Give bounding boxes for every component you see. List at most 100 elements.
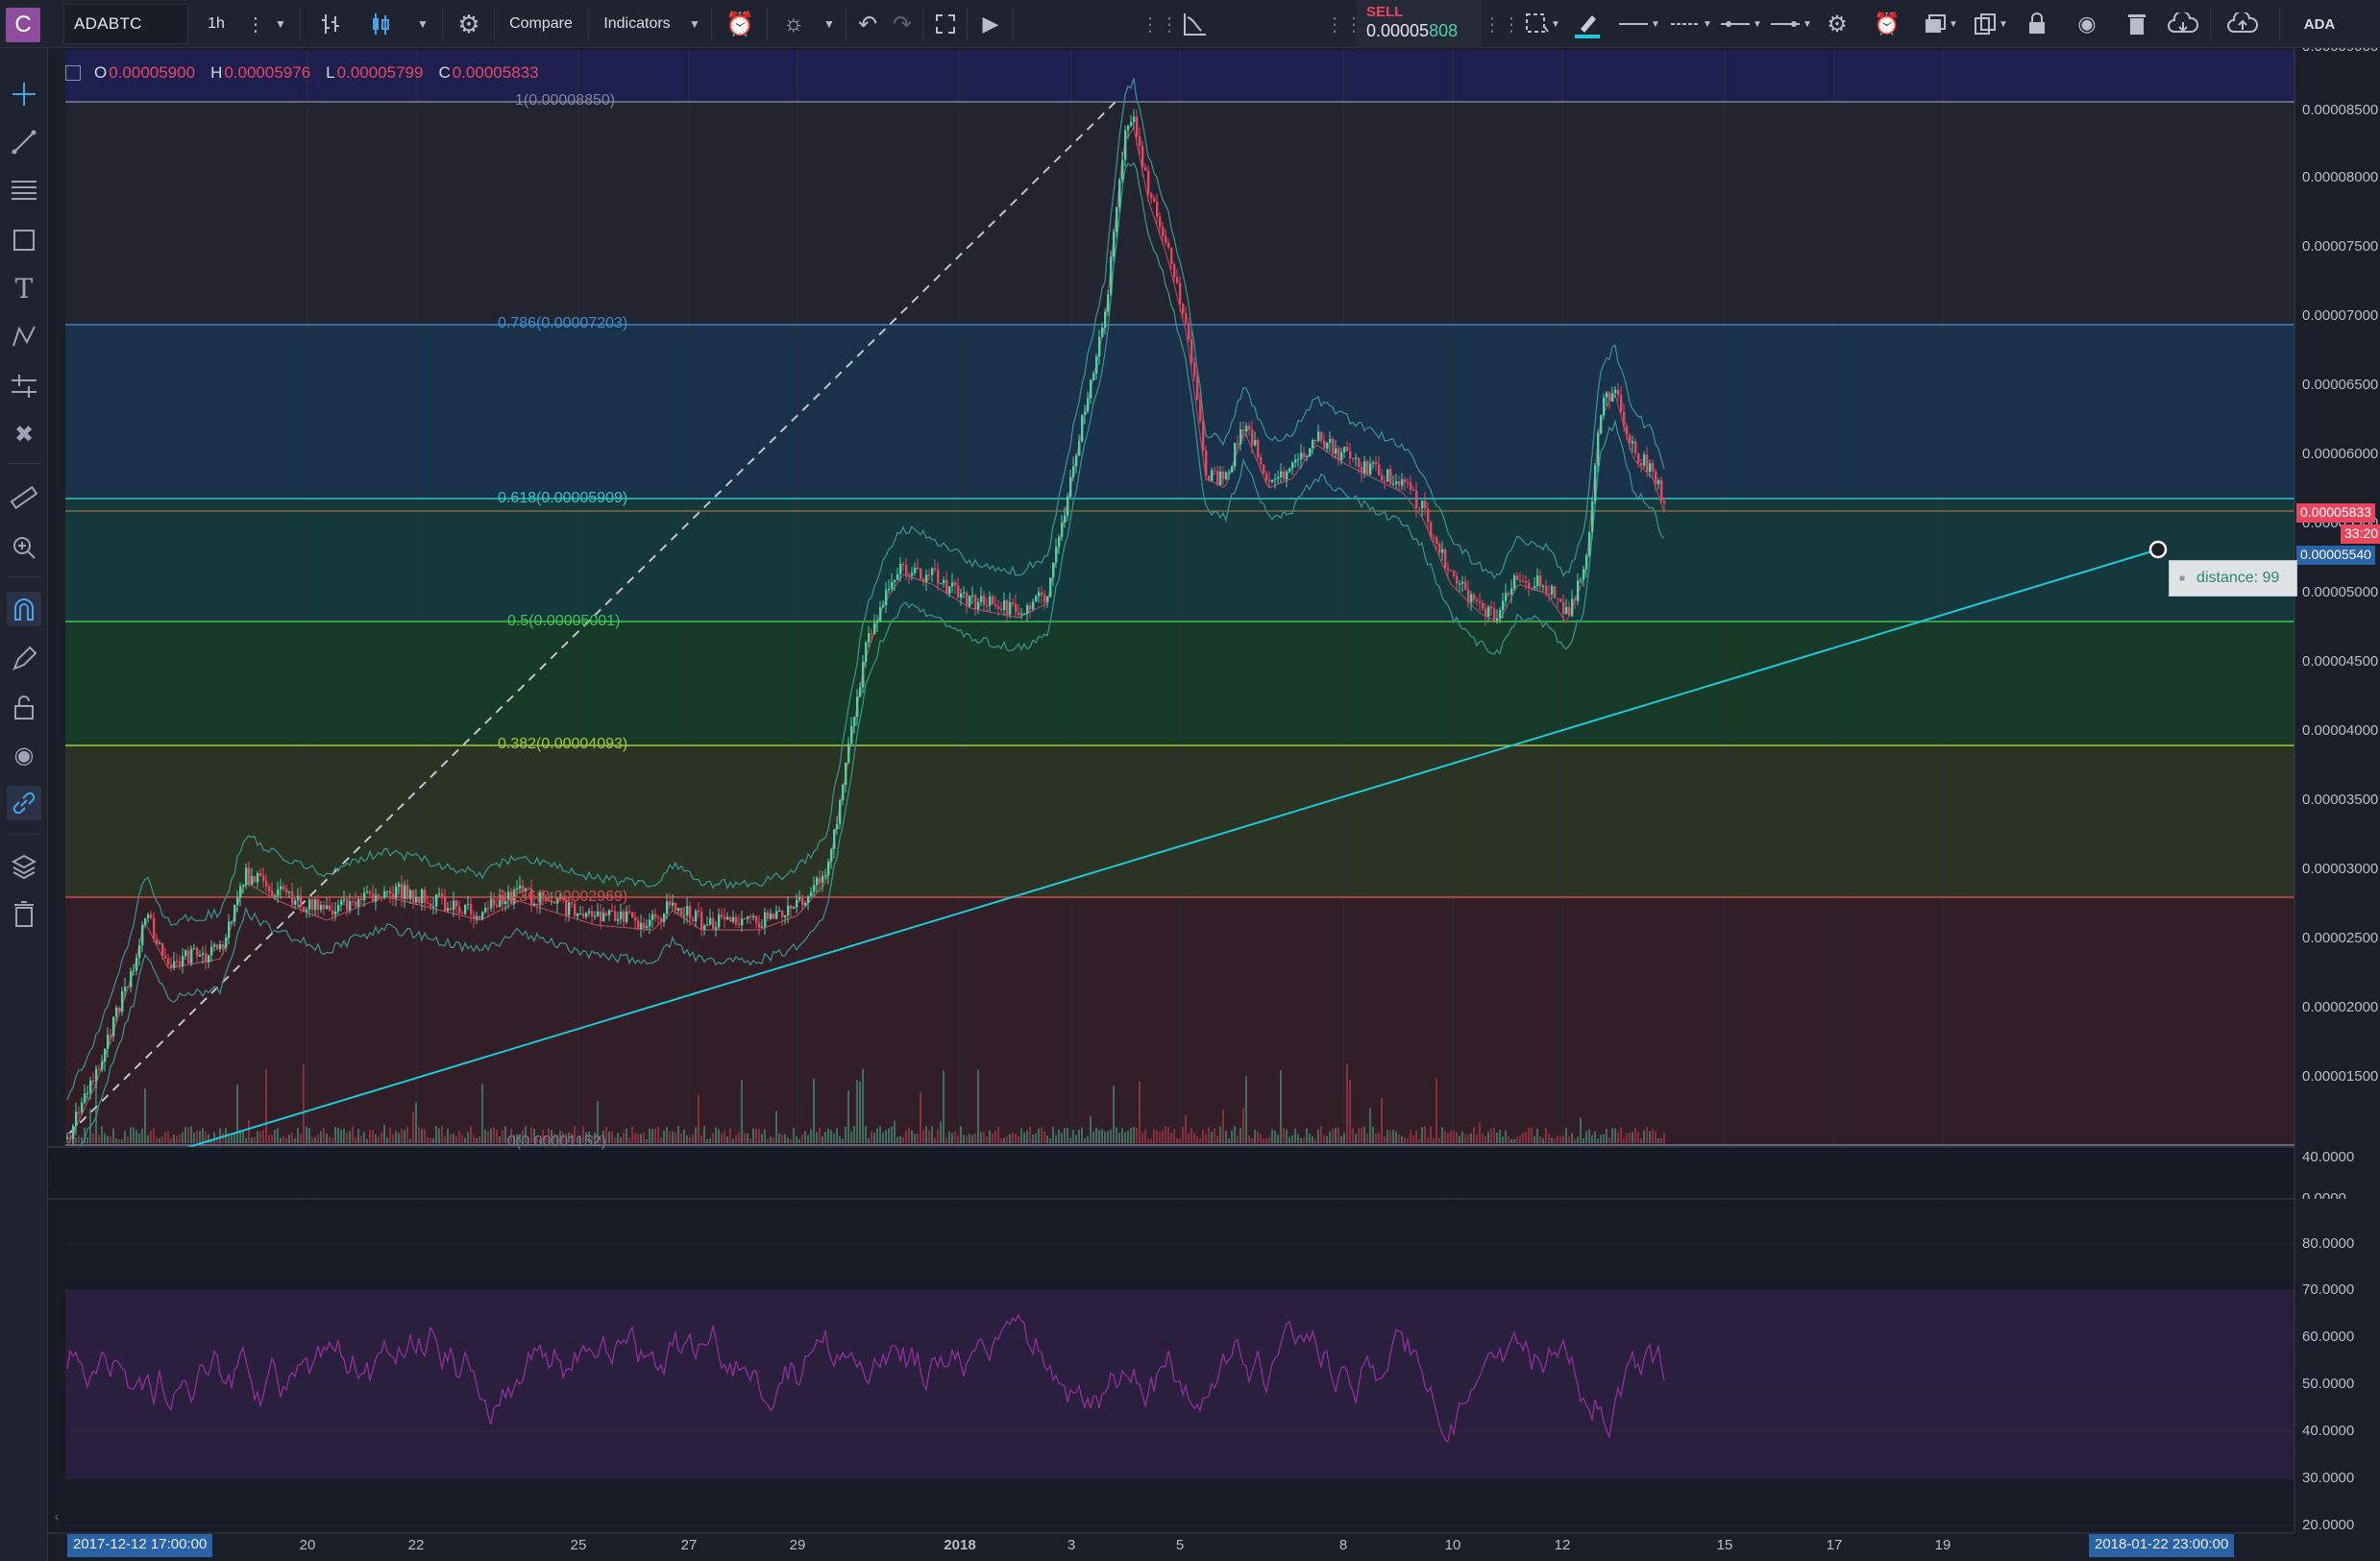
volume-bar <box>951 1133 953 1143</box>
ideas-dropdown-icon[interactable]: ▼ <box>819 0 840 48</box>
line-style-icon[interactable] <box>1666 0 1705 48</box>
sync-link-icon[interactable] <box>7 786 41 820</box>
interval-button[interactable]: 1h <box>192 0 240 48</box>
line-style-dropdown-icon[interactable]: ▼ <box>1701 0 1714 48</box>
drawing-drag-handle-icon[interactable]: ⋮⋮ <box>1483 0 1521 48</box>
trendline-handle[interactable] <box>2148 540 2168 559</box>
volume-bar <box>836 1128 838 1143</box>
volume-bar <box>1470 1133 1472 1143</box>
candle-body <box>467 904 470 906</box>
indicators-button[interactable]: Indicators <box>594 0 680 48</box>
volume-bar <box>1052 1126 1054 1143</box>
candle-body <box>159 943 161 945</box>
visibility-eye-icon[interactable]: ◉ <box>2068 0 2106 48</box>
candle-body <box>1349 451 1352 459</box>
interval-more-icon[interactable]: ⋮ <box>244 0 267 48</box>
visual-order-dropdown-icon[interactable]: ▼ <box>1947 0 1960 48</box>
candle-body <box>1159 216 1162 228</box>
candle-body <box>1280 471 1283 477</box>
volume-bar <box>891 1126 893 1143</box>
ohlc-settings-icon[interactable] <box>65 65 81 81</box>
candle-body <box>369 891 372 894</box>
text-tool-icon[interactable]: T <box>7 271 41 305</box>
delete-trash-icon[interactable] <box>2118 0 2156 48</box>
candle-body <box>1286 471 1288 480</box>
rsi-axis-tick: 60.0000 <box>2302 1329 2355 1345</box>
line-width-dropdown-icon[interactable]: ▼ <box>1649 0 1662 48</box>
remove-drawings-icon[interactable]: ✖ <box>7 417 41 451</box>
candle-body <box>922 578 925 582</box>
pattern-tool-icon[interactable] <box>7 319 41 354</box>
indicators-dropdown-icon[interactable]: ▼ <box>684 0 705 48</box>
undo-icon[interactable]: ↶ <box>851 0 884 48</box>
compare-button[interactable]: Compare <box>500 0 582 48</box>
brush-color-icon[interactable] <box>1568 0 1607 48</box>
fullscreen-icon[interactable] <box>928 0 963 48</box>
alert-clock-icon[interactable]: ⏰ <box>719 0 761 48</box>
line-start-dropdown-icon[interactable]: ▼ <box>1751 0 1764 48</box>
interval-dropdown-icon[interactable]: ▼ <box>269 0 292 48</box>
candle-body <box>709 917 712 925</box>
prediction-tool-icon[interactable] <box>7 369 41 403</box>
fib-retracement-tool-icon[interactable] <box>7 173 41 207</box>
magnet-icon[interactable] <box>7 592 41 626</box>
candle-body <box>317 899 320 911</box>
candle-body <box>1090 379 1092 399</box>
chart-canvas[interactable] <box>0 0 2380 1561</box>
redo-icon[interactable]: ↷ <box>886 0 919 48</box>
candle-body <box>856 696 859 718</box>
bars-style-icon[interactable] <box>309 0 352 48</box>
candle-body <box>1118 180 1121 207</box>
volume-bar <box>1401 1135 1403 1143</box>
crosshair-icon[interactable] <box>7 77 41 111</box>
stay-in-drawing-mode-icon[interactable] <box>7 642 41 676</box>
sell-button[interactable]: SELL 0.00005808 <box>1357 0 1482 48</box>
hide-drawings-eye-icon[interactable]: ◉ <box>7 738 41 772</box>
candles-style-icon[interactable] <box>359 0 402 48</box>
object-tree-layers-icon[interactable] <box>7 849 41 884</box>
time-axis-bg[interactable] <box>48 1533 2294 1561</box>
volume-bar <box>796 1135 797 1143</box>
ideas-lightbulb-icon[interactable]: ☼ <box>773 0 815 48</box>
delete-all-trash-icon[interactable] <box>7 897 41 932</box>
line-start-icon[interactable] <box>1716 0 1754 48</box>
candle-body <box>689 906 692 919</box>
collapse-toolbar-icon[interactable]: ‹ <box>50 1499 63 1533</box>
drawing-settings-gear-icon[interactable]: ⚙ <box>1818 0 1856 48</box>
settings-gear-icon[interactable]: ⚙ <box>448 0 490 48</box>
candle-body <box>366 891 369 893</box>
volume-bar <box>447 1129 449 1143</box>
drag-handle-icon[interactable]: ⋮⋮ <box>1141 0 1179 48</box>
candle-body <box>1539 575 1542 587</box>
candle-body <box>190 948 193 963</box>
clone-dropdown-icon[interactable]: ▼ <box>1997 0 2010 48</box>
measure-ruler-icon[interactable] <box>7 480 41 515</box>
line-end-dropdown-icon[interactable]: ▼ <box>1801 0 1814 48</box>
app-logo[interactable]: C <box>6 8 40 42</box>
cloud-upload-icon[interactable] <box>2221 0 2264 48</box>
floating-chart-icon[interactable] <box>1176 0 1215 48</box>
volume-bar <box>1378 1133 1380 1143</box>
candle-body <box>836 823 839 830</box>
candle-body <box>1487 606 1490 617</box>
select-dropdown-icon[interactable]: ▼ <box>1549 0 1562 48</box>
symbol-input[interactable]: ADABTC <box>63 4 188 44</box>
rectangle-tool-icon[interactable] <box>7 223 41 257</box>
lock-drawings-icon[interactable] <box>7 690 41 724</box>
replay-play-icon[interactable]: ▶ <box>974 0 1007 48</box>
line-end-icon[interactable] <box>1766 0 1804 48</box>
volume-bar <box>1591 1134 1593 1143</box>
zoom-in-icon[interactable] <box>7 530 41 565</box>
candle-body <box>438 893 441 895</box>
sell-price: 0.00005808 <box>1366 21 1472 41</box>
candle-body <box>582 914 585 917</box>
lock-icon[interactable] <box>2018 0 2056 48</box>
chart-style-dropdown-icon[interactable]: ▼ <box>411 0 434 48</box>
currency-button[interactable]: ADA <box>2285 0 2354 48</box>
line-width-icon[interactable] <box>1614 0 1653 48</box>
cloud-download-icon[interactable] <box>2162 0 2204 48</box>
separator <box>494 8 495 40</box>
trend-line-tool-icon[interactable] <box>7 125 41 159</box>
drawing-alert-icon[interactable]: ⏰ <box>1868 0 1906 48</box>
trade-drag-handle-icon[interactable]: ⋮⋮ <box>1325 0 1363 48</box>
